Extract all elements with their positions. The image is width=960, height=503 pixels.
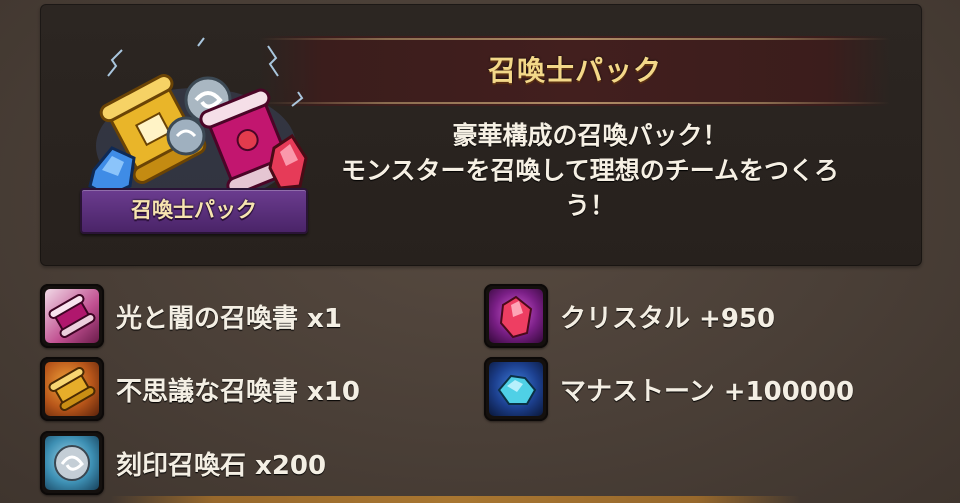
pack-description: 豪華構成の召喚パック！ モンスターを召喚して理想のチームをつくろ う！	[290, 118, 890, 223]
content-item: クリスタル +950	[484, 283, 775, 349]
pack-title: 召喚士パック	[487, 54, 662, 87]
light-dark-scroll-icon	[40, 284, 104, 348]
pack-name-badge: 召喚士パック	[80, 188, 308, 234]
pack-detail-screen: 召喚士パック 豪華構成の召喚パック！ モンスターを召喚して理想のチームをつくろ …	[0, 0, 960, 503]
crystal-icon	[484, 284, 548, 348]
content-item: 不思議な召喚書 x10	[40, 356, 360, 422]
content-item: マナストーン +100000	[484, 356, 854, 422]
summoning-stone-icon	[40, 431, 104, 495]
content-item-label: クリスタル +950	[560, 303, 776, 334]
content-item-label: 不思議な召喚書 x10	[116, 376, 361, 407]
content-item-label: マナストーン +100000	[560, 376, 855, 407]
content-item-label: 光と闇の召喚書 x1	[116, 303, 342, 334]
description-line-1: 豪華構成の召喚パック！	[452, 121, 728, 150]
bottom-decor-strip	[110, 496, 800, 503]
mystical-scroll-icon	[40, 357, 104, 421]
content-item: 刻印召喚石 x200	[40, 430, 326, 496]
mana-stone-icon	[484, 357, 548, 421]
description-line-3: う！	[564, 191, 615, 220]
content-item: 光と闇の召喚書 x1	[40, 283, 342, 349]
content-item-label: 刻印召喚石 x200	[116, 450, 327, 481]
description-line-2: モンスターを召喚して理想のチームをつくろ	[340, 156, 839, 185]
